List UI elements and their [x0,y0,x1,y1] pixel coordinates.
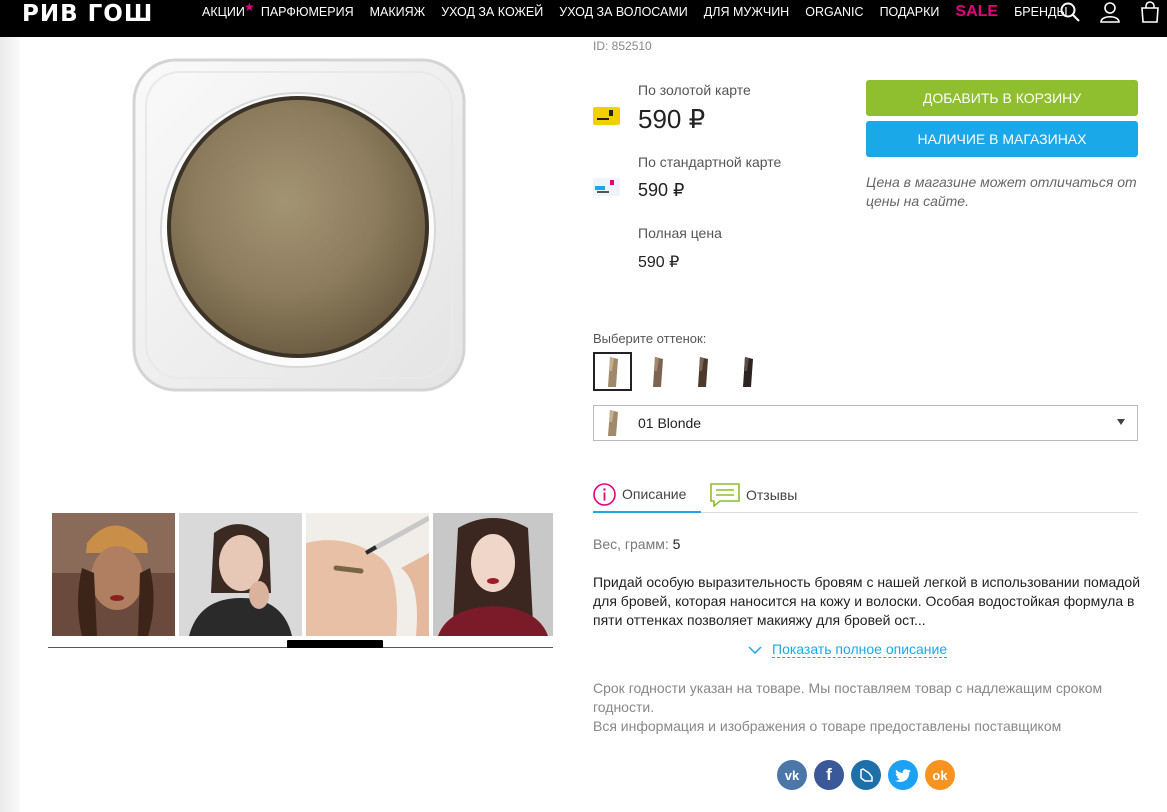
nav-item-skincare[interactable]: УХОД ЗА КОЖЕЙ [441,5,543,19]
full-price-value: 590 ₽ [638,254,680,271]
tab-reviews-label: Отзывы [746,487,798,503]
thumbnail-model-3[interactable] [433,513,553,636]
nav-item-haircare[interactable]: УХОД ЗА ВОЛОСАМИ [559,5,688,19]
info-icon [593,482,616,506]
thumbnail-model-1[interactable] [52,513,175,636]
main-nav: АКЦИИ ★ ПАРФЮМЕРИЯ МАКИЯЖ УХОД ЗА КОЖЕЙ У… [202,0,1084,24]
nav-item-promos[interactable]: АКЦИИ ★ [202,0,255,19]
price-note: Цена в магазине может отличаться от цены… [866,174,1137,209]
selected-shade-swatch [608,410,618,436]
gold-card-label: По золотой карте [638,82,751,98]
chevron-down-icon [748,645,762,654]
social-share: vk f ok [777,760,955,790]
product-weight: Вес, грамм: 5 [593,536,680,552]
cart-icon[interactable] [1139,1,1161,23]
shade-swatch-02[interactable] [638,352,677,391]
tab-description[interactable]: Описание [593,477,701,513]
product-info: Срок годности указан на товаре. Мы поста… [593,679,1143,736]
weight-value: 5 [672,536,681,552]
show-full-description-link[interactable]: Показать полное описание [748,641,948,658]
site-logo[interactable]: РИВ ГОШ [22,1,153,27]
nav-item-sale[interactable]: SALE [955,3,998,21]
gold-card-icon [593,107,620,125]
gold-card-price: 590 ₽ [638,104,706,134]
shade-select[interactable]: 01 Blonde [593,405,1138,441]
site-header: РИВ ГОШ АКЦИИ ★ ПАРФЮМЕРИЯ МАКИЯЖ УХОД ЗА… [0,0,1167,37]
nav-item-organic[interactable]: ORGANIC [805,5,863,19]
odnoklassniki-icon[interactable]: ok [925,760,955,790]
vk-icon[interactable]: vk [777,760,807,790]
nav-item-perfume[interactable]: ПАРФЮМЕРИЯ [261,5,354,19]
shade-swatches [593,352,767,391]
star-icon: ★ [244,0,255,14]
show-more-label: Показать полное описание [772,641,948,658]
shade-label: Выберите оттенок: [593,331,707,346]
nav-item-makeup[interactable]: МАКИЯЖ [370,5,426,19]
full-price-label: Полная цена [638,225,722,241]
shade-swatch-04[interactable] [728,352,767,391]
thumbnail-swatch-hand[interactable] [306,513,429,636]
twitter-icon[interactable] [888,760,918,790]
product-tabs: Описание Отзывы [593,477,1138,513]
shade-swatch-01[interactable] [593,352,632,391]
shelf-life-note: Срок годности указан на товаре. Мы поста… [593,680,1103,715]
product-main-image[interactable] [126,52,471,397]
nav-item-men[interactable]: ДЛЯ МУЖЧИН [704,5,789,19]
header-actions [1059,0,1161,24]
user-icon[interactable] [1099,1,1121,23]
add-to-cart-button[interactable]: ДОБАВИТЬ В КОРЗИНУ [866,80,1138,116]
tab-description-label: Описание [622,486,687,502]
search-icon[interactable] [1059,1,1081,23]
product-description: Придай особую выразительность бровям с н… [593,574,1141,628]
thumbnail-model-2[interactable] [179,513,302,636]
nav-label: АКЦИИ [202,5,245,19]
weight-label: Вес, грамм: [593,536,669,552]
store-availability-button[interactable]: НАЛИЧИЕ В МАГАЗИНАХ [866,121,1138,157]
nav-item-gifts[interactable]: ПОДАРКИ [880,5,940,19]
page-gutter [0,37,20,812]
standard-card-price: 590 ₽ [638,180,685,200]
shade-swatch-03[interactable] [683,352,722,391]
facebook-icon[interactable]: f [814,760,844,790]
livejournal-icon[interactable] [851,760,881,790]
thumbnail-scrollbar[interactable] [287,640,383,648]
thumbnail-strip [52,513,553,636]
standard-card-label: По стандартной карте [638,154,782,170]
comment-icon [710,483,740,507]
standard-card-icon [593,178,620,196]
supplier-note: Вся информация и изображения о товаре пр… [593,718,1062,734]
product-id: ID: 852510 [593,39,652,53]
shade-select-value: 01 Blonde [638,415,702,431]
chevron-down-icon [1117,419,1125,425]
tab-reviews[interactable]: Отзывы [710,477,797,513]
